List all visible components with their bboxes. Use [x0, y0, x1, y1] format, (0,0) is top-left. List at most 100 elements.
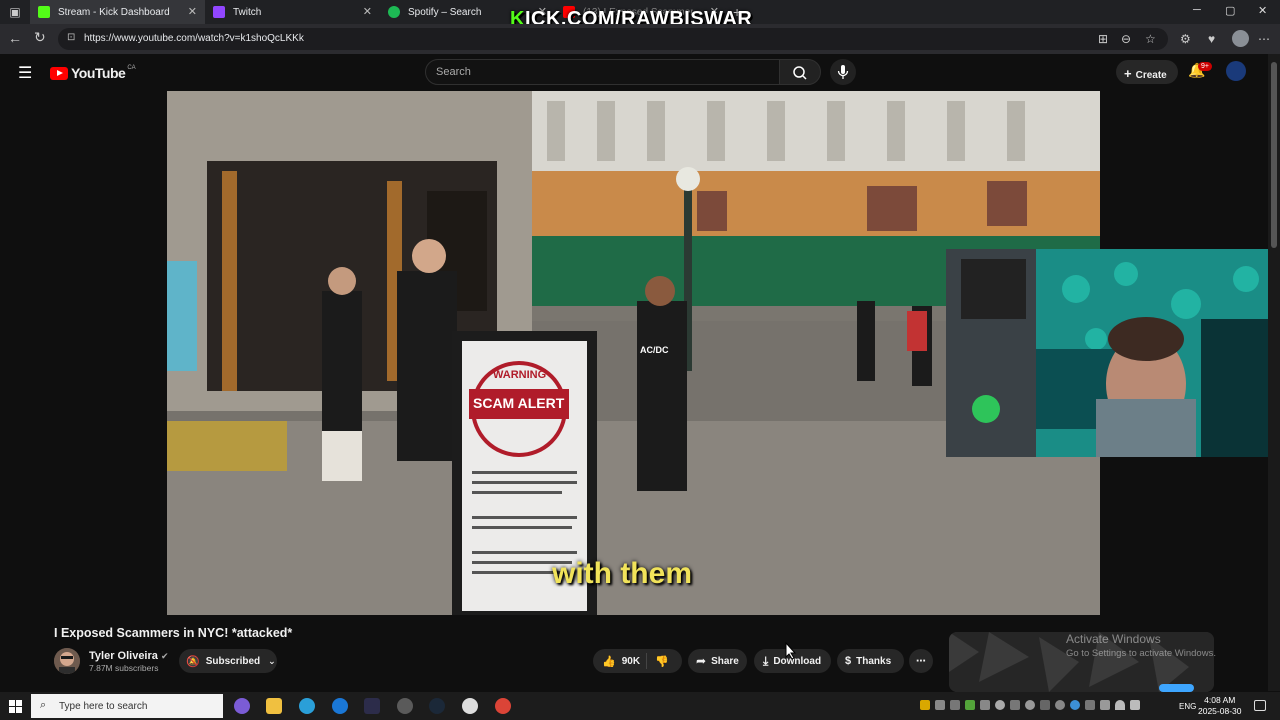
- webcam-scene: [946, 249, 1280, 457]
- chrome-icon[interactable]: [495, 698, 511, 714]
- region-code: CA: [127, 65, 136, 71]
- settings-gear-icon[interactable]: [397, 698, 413, 714]
- close-window-icon[interactable]: ✕: [1258, 4, 1267, 17]
- plus-icon: +: [1124, 66, 1132, 81]
- tray-icon[interactable]: [920, 700, 930, 710]
- search-input[interactable]: Search: [425, 59, 780, 85]
- minimize-icon[interactable]: ─: [1193, 4, 1201, 16]
- file-explorer-icon[interactable]: [266, 698, 282, 714]
- thanks-button[interactable]: $ Thanks: [837, 649, 904, 673]
- tab-kick-dashboard[interactable]: Stream - Kick Dashboard ✕: [30, 0, 205, 24]
- hamburger-menu-icon[interactable]: ☰: [18, 63, 32, 83]
- volume-icon[interactable]: [1130, 700, 1140, 710]
- notification-count-badge: 9+: [1198, 62, 1212, 71]
- share-button[interactable]: ➦ Share: [688, 649, 747, 673]
- tray-icon[interactable]: [950, 700, 960, 710]
- copilot-icon[interactable]: [234, 698, 250, 714]
- zoom-icon[interactable]: ⊖: [1121, 32, 1131, 46]
- edge-browser-icon[interactable]: [299, 698, 315, 714]
- sign-scam-alert-text: SCAM ALERT: [473, 395, 565, 411]
- tray-icon[interactable]: [980, 700, 990, 710]
- tray-icon[interactable]: [965, 700, 975, 710]
- notification-center-icon[interactable]: [1254, 700, 1266, 711]
- video-caption: with them: [552, 557, 692, 590]
- skype-icon[interactable]: [332, 698, 348, 714]
- shirt-text: AC/DC: [640, 345, 669, 355]
- kick-icon: [38, 6, 50, 18]
- tray-icon[interactable]: [995, 700, 1005, 710]
- like-dislike-group: 👍 90K 👎: [593, 649, 682, 673]
- more-menu-icon[interactable]: ⋯: [1258, 32, 1270, 46]
- taskbar-search-input[interactable]: ⌕ Type here to search: [31, 694, 223, 718]
- more-actions-button[interactable]: ⋯: [909, 649, 933, 673]
- url-field[interactable]: ⊡ https://www.youtube.com/watch?v=k1shoQ…: [58, 28, 1168, 50]
- windows-taskbar: ⌕ Type here to search ENG 4:08 AM 2025-0…: [0, 692, 1280, 720]
- youtube-play-icon: [50, 66, 68, 80]
- extensions-icon[interactable]: ⚙: [1180, 32, 1191, 46]
- close-icon[interactable]: ✕: [363, 5, 372, 18]
- create-button[interactable]: + Create: [1116, 60, 1178, 84]
- tab-label: Twitch: [233, 6, 262, 18]
- tray-icon[interactable]: [1070, 700, 1080, 710]
- thumbs-down-icon: 👎: [655, 655, 669, 668]
- refresh-icon[interactable]: ↻: [34, 29, 46, 46]
- site-info-icon[interactable]: ⊡: [67, 32, 75, 43]
- like-button[interactable]: 👍 90K: [593, 653, 647, 669]
- verified-icon: ✔: [160, 651, 169, 661]
- activate-windows-title: Activate Windows: [1066, 632, 1161, 646]
- clock-date: 2025-08-30: [1198, 706, 1242, 716]
- close-icon[interactable]: ✕: [188, 5, 197, 18]
- tray-icon[interactable]: [1025, 700, 1035, 710]
- voice-search-button[interactable]: [830, 59, 856, 85]
- tray-icon[interactable]: [1010, 700, 1020, 710]
- youtube-header: ☰ YouTube CA Search + Create 🔔: [0, 54, 1268, 92]
- tray-icon[interactable]: [1055, 700, 1065, 710]
- favorite-star-icon[interactable]: ☆: [1145, 32, 1156, 46]
- tab-label: Stream - Kick Dashboard: [58, 6, 170, 18]
- tray-icon[interactable]: [1085, 700, 1095, 710]
- spotify-icon: [388, 6, 400, 18]
- obs-icon[interactable]: [462, 698, 478, 714]
- dislike-button[interactable]: 👎: [647, 655, 669, 668]
- app-icon[interactable]: ⊞: [1098, 32, 1108, 46]
- subscribed-button[interactable]: 🔕 Subscribed ⌄: [179, 649, 277, 673]
- tab-actions-icon[interactable]: ▣: [0, 5, 30, 19]
- streamer-webcam-overlay: [946, 249, 1280, 457]
- tab-label: Spotify – Search: [408, 6, 482, 18]
- thanks-icon: $: [845, 655, 852, 667]
- tray-icon[interactable]: [935, 700, 945, 710]
- tray-icon[interactable]: [1040, 700, 1050, 710]
- wifi-icon[interactable]: [1115, 700, 1125, 710]
- sign-warning-text: WARNING: [493, 369, 547, 381]
- tray-icon[interactable]: [1100, 700, 1110, 710]
- system-tray: [920, 700, 1140, 710]
- more-horizontal-icon: ⋯: [916, 655, 926, 667]
- language-indicator[interactable]: ENG: [1179, 702, 1196, 711]
- search-button[interactable]: [779, 59, 821, 85]
- taskbar-clock[interactable]: 4:08 AM 2025-08-30: [1198, 695, 1241, 717]
- microphone-icon: [837, 65, 849, 79]
- channel-name[interactable]: Tyler Oliveira ✔: [89, 650, 169, 662]
- bell-off-icon: 🔕: [186, 655, 200, 668]
- share-icon: ➦: [696, 654, 707, 668]
- steam-icon[interactable]: [429, 698, 445, 714]
- subscriber-count: 7.87M subscribers: [89, 663, 159, 673]
- profile-avatar[interactable]: [1232, 30, 1249, 47]
- search-icon: [793, 66, 807, 80]
- mouse-cursor-icon: [785, 642, 797, 660]
- back-icon[interactable]: ←: [8, 30, 22, 46]
- collections-icon[interactable]: ♥: [1208, 32, 1215, 46]
- address-bar-row: ← ↻ ⊡ https://www.youtube.com/watch?v=k1…: [0, 24, 1280, 54]
- clock-time: 4:08 AM: [1204, 695, 1236, 705]
- chevron-down-icon: ⌄: [268, 655, 276, 666]
- thumbs-up-icon: 👍: [602, 655, 616, 668]
- windows-start-icon[interactable]: [9, 700, 22, 713]
- account-avatar[interactable]: [1226, 61, 1246, 81]
- youtube-logo[interactable]: YouTube CA: [50, 65, 136, 81]
- app-icon[interactable]: [364, 698, 380, 714]
- scrollbar-thumb[interactable]: [1271, 62, 1277, 248]
- maximize-icon[interactable]: ▢: [1225, 4, 1235, 17]
- tab-twitch[interactable]: Twitch ✕: [205, 0, 380, 24]
- channel-avatar[interactable]: [54, 648, 80, 674]
- search-icon: ⌕: [40, 699, 47, 711]
